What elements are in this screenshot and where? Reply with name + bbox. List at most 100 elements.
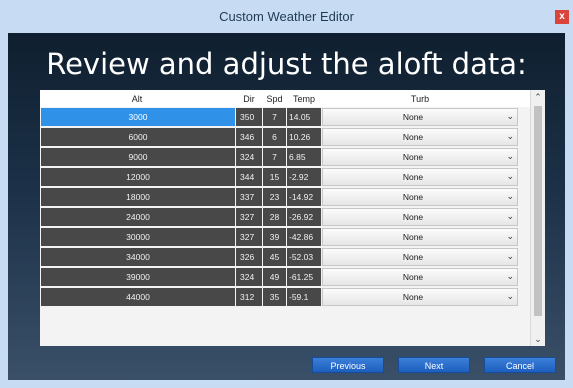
spd-cell[interactable]: 49 [263,268,286,286]
chevron-down-icon[interactable]: ⌄ [506,271,514,282]
temp-cell[interactable]: 10.26 [287,128,321,146]
column-header-alt: Alt [131,94,143,104]
spd-cell[interactable]: 7 [263,148,286,166]
next-button[interactable]: Next [398,357,470,373]
temp-cell[interactable]: -52.03 [287,248,321,266]
table-row[interactable]: 24000 327 28 -26.92 None ⌄ [40,207,530,227]
spd-cell[interactable]: 23 [263,188,286,206]
chevron-down-icon[interactable]: ⌄ [506,231,514,242]
chevron-down-icon[interactable]: ⌄ [506,251,514,262]
column-header-spd: Spd [266,94,283,104]
temp-cell[interactable]: -14.92 [287,188,321,206]
title-bar[interactable]: Custom Weather Editor x [0,0,573,33]
table-header: Alt Dir Spd Temp Turb [40,90,530,107]
turb-dropdown[interactable]: None ⌄ [322,128,518,146]
temp-cell[interactable]: -2.92 [287,168,321,186]
table-row[interactable]: 34000 326 45 -52.03 None ⌄ [40,247,530,267]
temp-cell[interactable]: -26.92 [287,208,321,226]
scroll-down-icon[interactable]: ⌄ [531,332,545,346]
dir-cell[interactable]: 344 [236,168,262,186]
turb-selected-value: None [402,112,424,122]
content-panel: Review and adjust the aloft data: Alt Di… [8,33,565,380]
dir-cell[interactable]: 324 [236,148,262,166]
turb-selected-value: None [402,272,424,282]
table-rows: 3000 350 7 14.05 None ⌄ 6000 346 6 10.26 None ⌄ 9000… [40,107,530,307]
chevron-down-icon[interactable]: ⌄ [506,291,514,302]
aloft-data-table: Alt Dir Spd Temp Turb 3000 350 7 14.05 None ⌄… [40,90,545,346]
turb-selected-value: None [402,252,424,262]
table-row[interactable]: 12000 344 15 -2.92 None ⌄ [40,167,530,187]
turb-dropdown[interactable]: None ⌄ [322,188,518,206]
chevron-down-icon[interactable]: ⌄ [506,211,514,222]
page-heading: Review and adjust the aloft data: [46,47,527,81]
turb-dropdown[interactable]: None ⌄ [322,228,518,246]
column-header-temp: Temp [292,94,315,104]
turb-dropdown[interactable]: None ⌄ [322,208,518,226]
dir-cell[interactable]: 337 [236,188,262,206]
temp-cell[interactable]: -61.25 [287,268,321,286]
scroll-up-icon[interactable]: ⌃ [531,90,545,104]
alt-cell[interactable]: 9000 [41,148,235,166]
scroll-thumb[interactable] [534,106,542,316]
turb-selected-value: None [402,132,424,142]
turb-dropdown[interactable]: None ⌄ [322,268,518,286]
turb-dropdown[interactable]: None ⌄ [322,288,518,306]
table-row[interactable]: 3000 350 7 14.05 None ⌄ [40,107,530,127]
table-row[interactable]: 39000 324 49 -61.25 None ⌄ [40,267,530,287]
temp-cell[interactable]: -59.1 [287,288,321,306]
alt-cell[interactable]: 24000 [41,208,235,226]
temp-cell[interactable]: -42.86 [287,228,321,246]
column-header-dir: Dir [243,94,255,104]
turb-dropdown[interactable]: None ⌄ [322,148,518,166]
alt-cell[interactable]: 3000 [41,108,235,126]
spd-cell[interactable]: 6 [263,128,286,146]
table-row[interactable]: 30000 327 39 -42.86 None ⌄ [40,227,530,247]
alt-cell[interactable]: 12000 [41,168,235,186]
table-row[interactable]: 18000 337 23 -14.92 None ⌄ [40,187,530,207]
alt-cell[interactable]: 34000 [41,248,235,266]
alt-cell[interactable]: 18000 [41,188,235,206]
spd-cell[interactable]: 39 [263,228,286,246]
table-row[interactable]: 6000 346 6 10.26 None ⌄ [40,127,530,147]
previous-button[interactable]: Previous [312,357,384,373]
temp-cell[interactable]: 14.05 [287,108,321,126]
spd-cell[interactable]: 45 [263,248,286,266]
turb-dropdown[interactable]: None ⌄ [322,248,518,266]
spd-cell[interactable]: 7 [263,108,286,126]
turb-selected-value: None [402,172,424,182]
turb-selected-value: None [402,192,424,202]
table-row[interactable]: 44000 312 35 -59.1 None ⌄ [40,287,530,307]
chevron-down-icon[interactable]: ⌄ [506,111,514,122]
dir-cell[interactable]: 324 [236,268,262,286]
alt-cell[interactable]: 39000 [41,268,235,286]
custom-weather-editor-window: Custom Weather Editor x Review and adjus… [0,0,573,388]
turb-selected-value: None [402,152,424,162]
dir-cell[interactable]: 346 [236,128,262,146]
alt-cell[interactable]: 6000 [41,128,235,146]
table-row[interactable]: 9000 324 7 6.85 None ⌄ [40,147,530,167]
spd-cell[interactable]: 35 [263,288,286,306]
alt-cell[interactable]: 30000 [41,228,235,246]
dir-cell[interactable]: 327 [236,208,262,226]
window-title: Custom Weather Editor [219,9,354,24]
turb-dropdown[interactable]: None ⌄ [322,108,518,126]
dir-cell[interactable]: 350 [236,108,262,126]
close-button[interactable]: x [555,10,569,24]
dir-cell[interactable]: 312 [236,288,262,306]
turb-selected-value: None [402,232,424,242]
chevron-down-icon[interactable]: ⌄ [506,191,514,202]
chevron-down-icon[interactable]: ⌄ [506,151,514,162]
alt-cell[interactable]: 44000 [41,288,235,306]
vertical-scrollbar[interactable]: ⌃ ⌄ [530,90,545,346]
spd-cell[interactable]: 28 [263,208,286,226]
column-header-turb: Turb [410,94,430,104]
chevron-down-icon[interactable]: ⌄ [506,131,514,142]
dir-cell[interactable]: 327 [236,228,262,246]
chevron-down-icon[interactable]: ⌄ [506,171,514,182]
turb-dropdown[interactable]: None ⌄ [322,168,518,186]
spd-cell[interactable]: 15 [263,168,286,186]
temp-cell[interactable]: 6.85 [287,148,321,166]
dir-cell[interactable]: 326 [236,248,262,266]
turb-selected-value: None [402,292,424,302]
cancel-button[interactable]: Cancel [484,357,556,373]
